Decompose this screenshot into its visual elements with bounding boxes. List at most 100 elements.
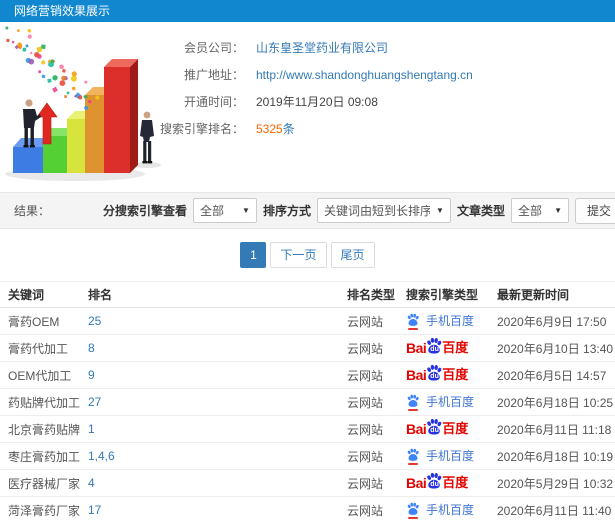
rank-link[interactable]: 1	[88, 422, 95, 436]
engine-cell: 手机百度	[398, 388, 489, 416]
results-table-body: 膏药OEM 25 云网站 手机百度 2020年6月9日 17:50 膏药代加工 …	[0, 307, 615, 520]
chevron-down-icon: ▼	[554, 206, 562, 215]
keyword-cell: 北京膏药贴牌	[0, 415, 80, 443]
baidu-logo-bai: Bai	[406, 474, 427, 491]
rank-link[interactable]: 4	[88, 476, 95, 490]
col-header-update-time: 最新更新时间	[489, 281, 615, 308]
rank-link[interactable]: 8	[88, 341, 95, 355]
rank-cell: 25	[80, 307, 339, 335]
promo-url-link[interactable]: http://www.shandonghuangshengtang.cn	[256, 68, 473, 82]
page-1-button[interactable]: 1	[240, 242, 267, 268]
article-type-select-value: 全部	[517, 204, 542, 218]
mobile-baidu-label: 手机百度	[426, 394, 475, 409]
company-info-list: 会员公司： 山东皇圣堂药业有限公司 推广地址： http://www.shand…	[140, 34, 473, 142]
member-company-link[interactable]: 山东皇圣堂药业有限公司	[256, 39, 388, 56]
update-time-cell: 2020年6月11日 11:18	[489, 415, 615, 443]
open-time-row: 开通时间： 2019年11月20日 09:08	[140, 88, 473, 115]
baidu-paw-icon	[406, 313, 420, 331]
update-time-cell: 2020年6月10日 13:40	[489, 334, 615, 362]
engine-cell: Bai du 百度	[398, 361, 489, 389]
mobile-baidu-logo: 手机百度	[406, 393, 475, 412]
rank-type-cell: 云网站	[339, 415, 398, 443]
last-page-button[interactable]: 尾页	[330, 242, 375, 268]
engine-cell: Bai du 百度	[398, 469, 489, 497]
table-row: 药贴牌代加工 27 云网站 手机百度 2020年6月18日 10:25	[0, 388, 615, 416]
baidu-logo-du: du	[430, 426, 439, 434]
baidu-paw-icon: du	[425, 337, 443, 355]
baidu-logo-du: du	[430, 372, 439, 380]
baidu-logo-bai: Bai	[406, 420, 427, 437]
update-time-cell: 2020年5月29日 10:32	[489, 469, 615, 497]
submit-button[interactable]: 提交	[574, 197, 615, 224]
sort-select-value: 关键词由短到长排序	[323, 204, 431, 218]
sort-select[interactable]: 关键词由短到长排序 ▼	[316, 198, 451, 223]
baidu-logo-cn: 百度	[442, 340, 469, 355]
rank-type-cell: 云网站	[339, 334, 398, 362]
mobile-baidu-logo: 手机百度	[406, 447, 474, 466]
table-row: 菏泽膏药厂家 17 云网站 手机百度 2020年6月11日 11:40	[0, 496, 615, 520]
baidu-paw-icon: du	[425, 418, 443, 436]
engine-cell: 手机百度	[398, 496, 489, 520]
engine-rank-label: 搜索引擎排名：	[159, 122, 244, 136]
member-company-label: 会员公司：	[183, 41, 244, 55]
table-row: 北京膏药贴牌 1 云网站 Bai du 百度 2020年6月11日 11:18	[0, 415, 615, 443]
table-row: 膏药代加工 8 云网站 Bai du 百度 2020年6月10日 13:40	[0, 334, 615, 362]
update-time-cell: 2020年6月11日 11:40	[489, 496, 615, 520]
engine-rank-row: 搜索引擎排名： 5325条	[140, 115, 473, 142]
engine-cell: Bai du 百度	[398, 415, 489, 443]
rank-link[interactable]: 27	[88, 395, 101, 409]
rank-link[interactable]: 9	[88, 368, 95, 382]
open-time-label: 开通时间：	[183, 95, 244, 109]
update-time-cell: 2020年6月18日 10:25	[489, 388, 615, 416]
mobile-baidu-logo: 手机百度	[406, 501, 475, 520]
rank-link[interactable]: 25	[88, 314, 101, 328]
keyword-cell: OEM代加工	[0, 361, 80, 389]
rank-cell: 27	[80, 388, 339, 416]
baidu-logo: Bai du 百度	[406, 364, 468, 382]
article-type-select[interactable]: 全部 ▼	[510, 198, 569, 223]
baidu-paw-icon: du	[425, 364, 443, 382]
keyword-cell: 医疗器械厂家	[0, 469, 80, 497]
rank-type-cell: 云网站	[339, 361, 398, 389]
page-title: 网络营销效果展示	[0, 0, 615, 22]
baidu-logo-du: du	[430, 480, 439, 488]
mobile-baidu-logo: 手机百度	[406, 312, 475, 331]
baidu-logo: Bai du 百度	[406, 418, 469, 437]
update-time-cell: 2020年6月5日 14:57	[489, 361, 615, 389]
col-header-rank-type: 排名类型	[339, 281, 398, 308]
rank-cell: 4	[80, 469, 339, 497]
sort-filter-label: 排序方式	[262, 204, 311, 218]
rank-type-cell: 云网站	[339, 442, 398, 470]
member-company-row: 会员公司： 山东皇圣堂药业有限公司	[140, 34, 473, 61]
rank-cell: 17	[80, 496, 339, 520]
engine-cell: 手机百度	[398, 442, 489, 470]
open-time-value: 2019年11月20日 09:08	[256, 95, 378, 109]
update-time-cell: 2020年6月18日 10:19	[489, 442, 615, 470]
rank-type-cell: 云网站	[339, 307, 398, 335]
rank-link[interactable]: 1,4,6	[88, 449, 115, 463]
engine-select[interactable]: 全部 ▼	[192, 198, 257, 223]
engine-filter-label: 分搜索引擎查看	[102, 204, 187, 218]
rank-cell: 9	[80, 361, 339, 389]
engine-rank-value: 5325条	[256, 120, 295, 137]
rank-cell: 1	[80, 415, 339, 443]
baidu-paw-icon: du	[425, 472, 443, 490]
promo-url-label: 推广地址：	[183, 68, 244, 82]
promo-url-row: 推广地址： http://www.shandonghuangshengtang.…	[140, 61, 473, 88]
rank-type-cell: 云网站	[339, 388, 398, 416]
baidu-logo-cn: 百度	[442, 421, 469, 436]
rank-link[interactable]: 17	[88, 503, 101, 517]
col-header-engine-type: 搜索引擎类型	[398, 281, 489, 308]
baidu-paw-icon	[406, 394, 420, 412]
mobile-baidu-label: 手机百度	[426, 313, 475, 328]
rank-cell: 1,4,6	[80, 442, 339, 470]
rank-count: 5325	[256, 122, 283, 136]
update-time-cell: 2020年6月9日 17:50	[489, 307, 615, 335]
baidu-logo-cn: 百度	[442, 475, 469, 490]
results-table: 关键词 排名 排名类型 搜索引擎类型 最新更新时间 膏药OEM 25 云网站 手…	[0, 281, 615, 520]
chevron-down-icon: ▼	[242, 206, 250, 215]
baidu-logo: Bai du 百度	[406, 337, 469, 355]
mobile-baidu-label: 手机百度	[426, 502, 475, 517]
next-page-button[interactable]: 下一页	[270, 242, 327, 268]
col-header-rank: 排名	[80, 281, 339, 308]
